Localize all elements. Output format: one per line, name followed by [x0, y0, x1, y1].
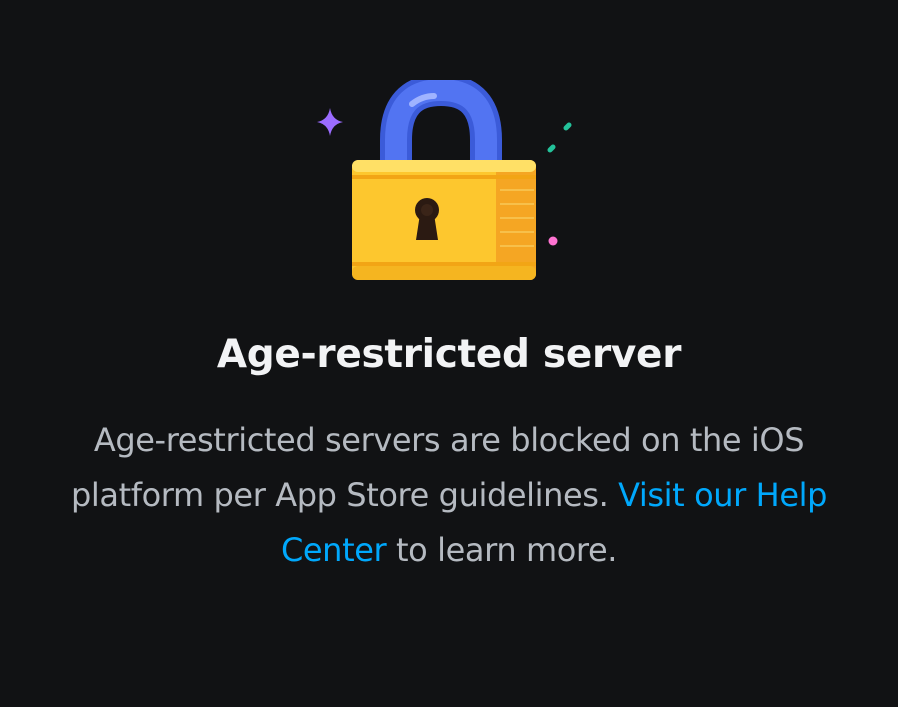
- gate-description: Age-restricted servers are blocked on th…: [40, 413, 858, 578]
- page-title: Age-restricted server: [216, 332, 682, 377]
- sparkle-icon: [317, 108, 343, 136]
- description-suffix: to learn more.: [386, 531, 618, 569]
- sparkle-dash-icon: [563, 122, 572, 131]
- sparkle-dot-icon: [548, 236, 558, 246]
- age-restricted-screen: Age-restricted server Age-restricted ser…: [0, 0, 898, 707]
- sparkle-dash-icon: [547, 144, 556, 153]
- padlock-icon: [317, 80, 572, 280]
